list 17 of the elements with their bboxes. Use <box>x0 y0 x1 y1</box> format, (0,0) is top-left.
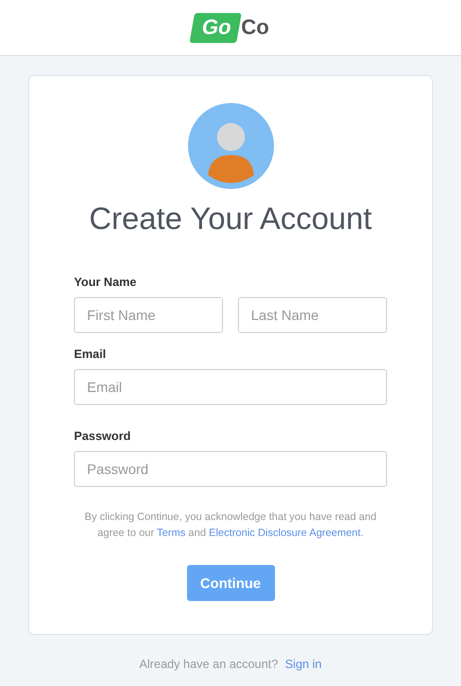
avatar-icon <box>188 103 274 189</box>
input-field[interactable]: First Name <box>74 297 223 333</box>
email-field[interactable]: Email <box>74 369 387 405</box>
password-field[interactable]: Password <box>74 451 387 487</box>
logo-text: Co <box>241 16 270 40</box>
consent-text: By clicking Continue, you acknowledge that you have read and agree to our Terms and Electronic Disclosure Agreement. <box>84 510 378 541</box>
footer-text: Already have an account? <box>139 657 278 671</box>
continue-button[interactable]: Continue <box>186 565 274 601</box>
field-label: Your Name <box>74 275 138 289</box>
field-label: Password <box>74 429 132 443</box>
field-label: Email <box>74 347 108 361</box>
agreement-link[interactable]: Electronic Disclosure Agreement <box>208 527 361 539</box>
sign-in-link[interactable]: Sign in <box>285 657 322 671</box>
input-field[interactable]: Last Name <box>238 297 387 333</box>
terms-link[interactable]: Terms <box>156 527 186 539</box>
page-title: Create Your Account <box>89 201 372 237</box>
logo-badge: Go <box>189 12 242 42</box>
